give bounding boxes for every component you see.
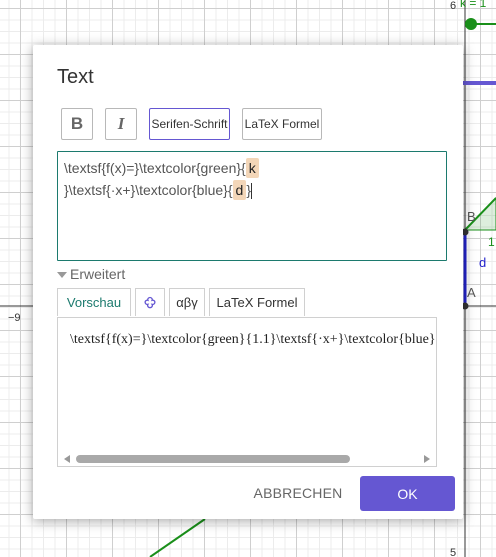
text-editor[interactable]: \textsf{f(x)=}\textcolor{green}{k }\text… bbox=[57, 151, 447, 261]
d-label: d bbox=[479, 255, 487, 270]
object-chip-k[interactable]: k bbox=[245, 158, 259, 178]
ok-button[interactable]: OK bbox=[360, 476, 455, 511]
text-dialog: Text B I Serifen-Schrift LaTeX Formel \t… bbox=[33, 45, 463, 519]
horizontal-scrollbar[interactable] bbox=[58, 452, 436, 466]
advanced-tabs: Vorschau αβγ LaTeX Formel bbox=[57, 288, 309, 316]
object-chip-d[interactable]: d bbox=[232, 180, 247, 200]
y-tick-top: 6 bbox=[450, 0, 457, 12]
bold-button[interactable]: B bbox=[61, 108, 93, 140]
text-caret bbox=[251, 183, 252, 200]
editor-line-1: \textsf{f(x)=}\textcolor{green}{k bbox=[64, 157, 440, 179]
slider-label: k = 1 bbox=[460, 0, 487, 10]
advanced-toggle[interactable]: Erweitert bbox=[57, 266, 125, 282]
cancel-button[interactable]: ABBRECHEN bbox=[243, 476, 353, 510]
editor-line-2-text-a: }\textsf{·x+}\textcolor{blue}{ bbox=[64, 182, 233, 198]
preview-panel: \textsf{f(x)=}\textcolor{green}{1.1}\tex… bbox=[57, 317, 437, 467]
tab-preview[interactable]: Vorschau bbox=[57, 288, 131, 316]
scroll-right-arrow-icon[interactable] bbox=[424, 455, 430, 463]
advanced-label: Erweitert bbox=[70, 266, 126, 282]
tab-greek[interactable]: αβγ bbox=[169, 288, 205, 316]
slider-handle bbox=[465, 18, 477, 30]
segment-label: 1 bbox=[488, 235, 495, 249]
x-tick-left: −9 bbox=[8, 312, 21, 324]
function-line-bottom bbox=[149, 518, 206, 557]
point-b-label: B bbox=[467, 209, 476, 224]
preview-text: \textsf{f(x)=}\textcolor{green}{1.1}\tex… bbox=[70, 332, 437, 347]
dialog-title: Text bbox=[57, 66, 94, 88]
y-tick-bottom: 5 bbox=[450, 547, 457, 557]
latex-formula-button[interactable]: LaTeX Formel bbox=[242, 108, 322, 140]
scroll-left-arrow-icon[interactable] bbox=[64, 455, 70, 463]
tab-symbols[interactable] bbox=[135, 288, 165, 316]
serif-font-button[interactable]: Serifen-Schrift bbox=[149, 108, 230, 140]
scroll-thumb[interactable] bbox=[76, 455, 350, 463]
point-a-label: A bbox=[467, 285, 476, 300]
tab-latex[interactable]: LaTeX Formel bbox=[209, 288, 305, 316]
editor-line-1-text: \textsf{f(x)=}\textcolor{green}{ bbox=[64, 160, 246, 176]
italic-button[interactable]: I bbox=[105, 108, 137, 140]
triangle-down-icon bbox=[57, 272, 67, 279]
flower-icon bbox=[144, 296, 156, 308]
editor-line-2: }\textsf{·x+}\textcolor{blue}{d} bbox=[64, 179, 440, 201]
